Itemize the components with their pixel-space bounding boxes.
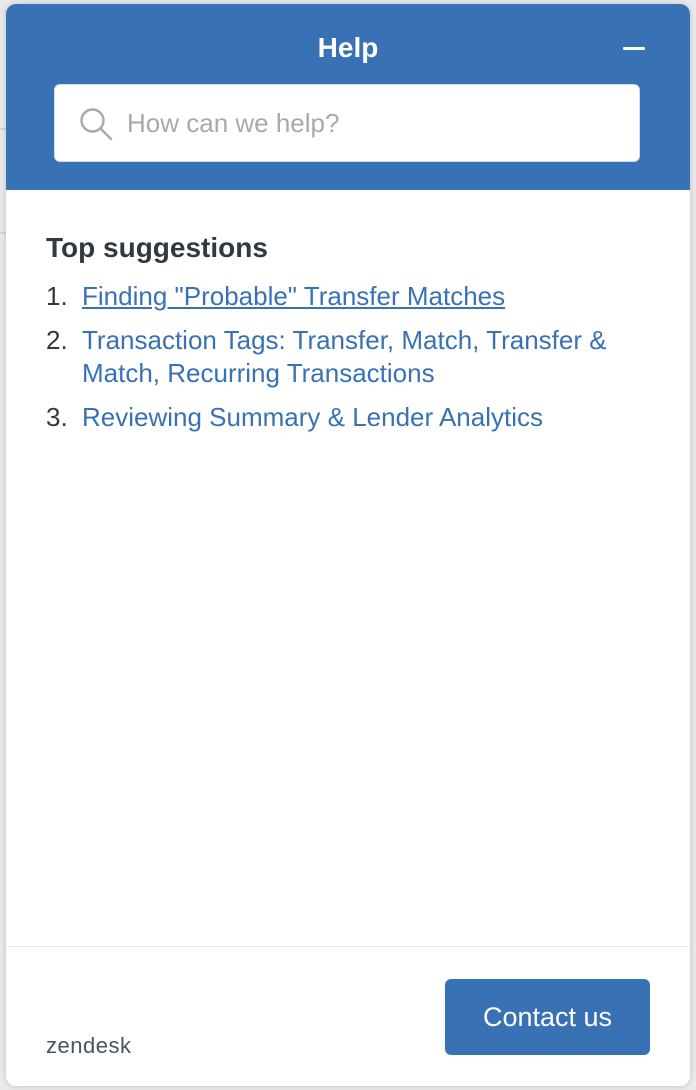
suggestion-link[interactable]: Finding "Probable" Transfer Matches	[82, 281, 505, 311]
suggestion-number: 2.	[46, 325, 68, 355]
contact-us-button[interactable]: Contact us	[445, 979, 650, 1055]
minus-icon	[623, 47, 645, 50]
search-input[interactable]	[127, 99, 617, 147]
widget-header: Help	[6, 4, 690, 190]
suggestion-number: 3.	[46, 402, 68, 432]
help-widget: Help Top suggestions 1. Finding "Probabl…	[6, 4, 690, 1086]
suggestions-heading: Top suggestions	[46, 232, 268, 263]
minimize-button[interactable]	[614, 30, 654, 66]
suggestion-link[interactable]: Reviewing Summary & Lender Analytics	[82, 402, 543, 432]
suggestion-list: 1. Finding "Probable" Transfer Matches 2…	[46, 280, 656, 434]
search-box[interactable]	[54, 84, 640, 162]
suggestion-item: 1. Finding "Probable" Transfer Matches	[46, 280, 656, 313]
suggestion-item: 2. Transaction Tags: Transfer, Match, Tr…	[46, 324, 656, 390]
suggestion-number: 1.	[46, 281, 68, 311]
suggestions-section: Top suggestions 1. Finding "Probable" Tr…	[46, 230, 656, 445]
suggestion-item: 3. Reviewing Summary & Lender Analytics	[46, 401, 656, 434]
zendesk-logo: zendesk	[46, 1033, 132, 1058]
widget-title: Help	[317, 32, 379, 63]
suggestion-link[interactable]: Transaction Tags: Transfer, Match, Trans…	[82, 325, 607, 388]
search-icon	[80, 108, 113, 141]
widget-footer: zendesk Contact us	[6, 946, 690, 1086]
